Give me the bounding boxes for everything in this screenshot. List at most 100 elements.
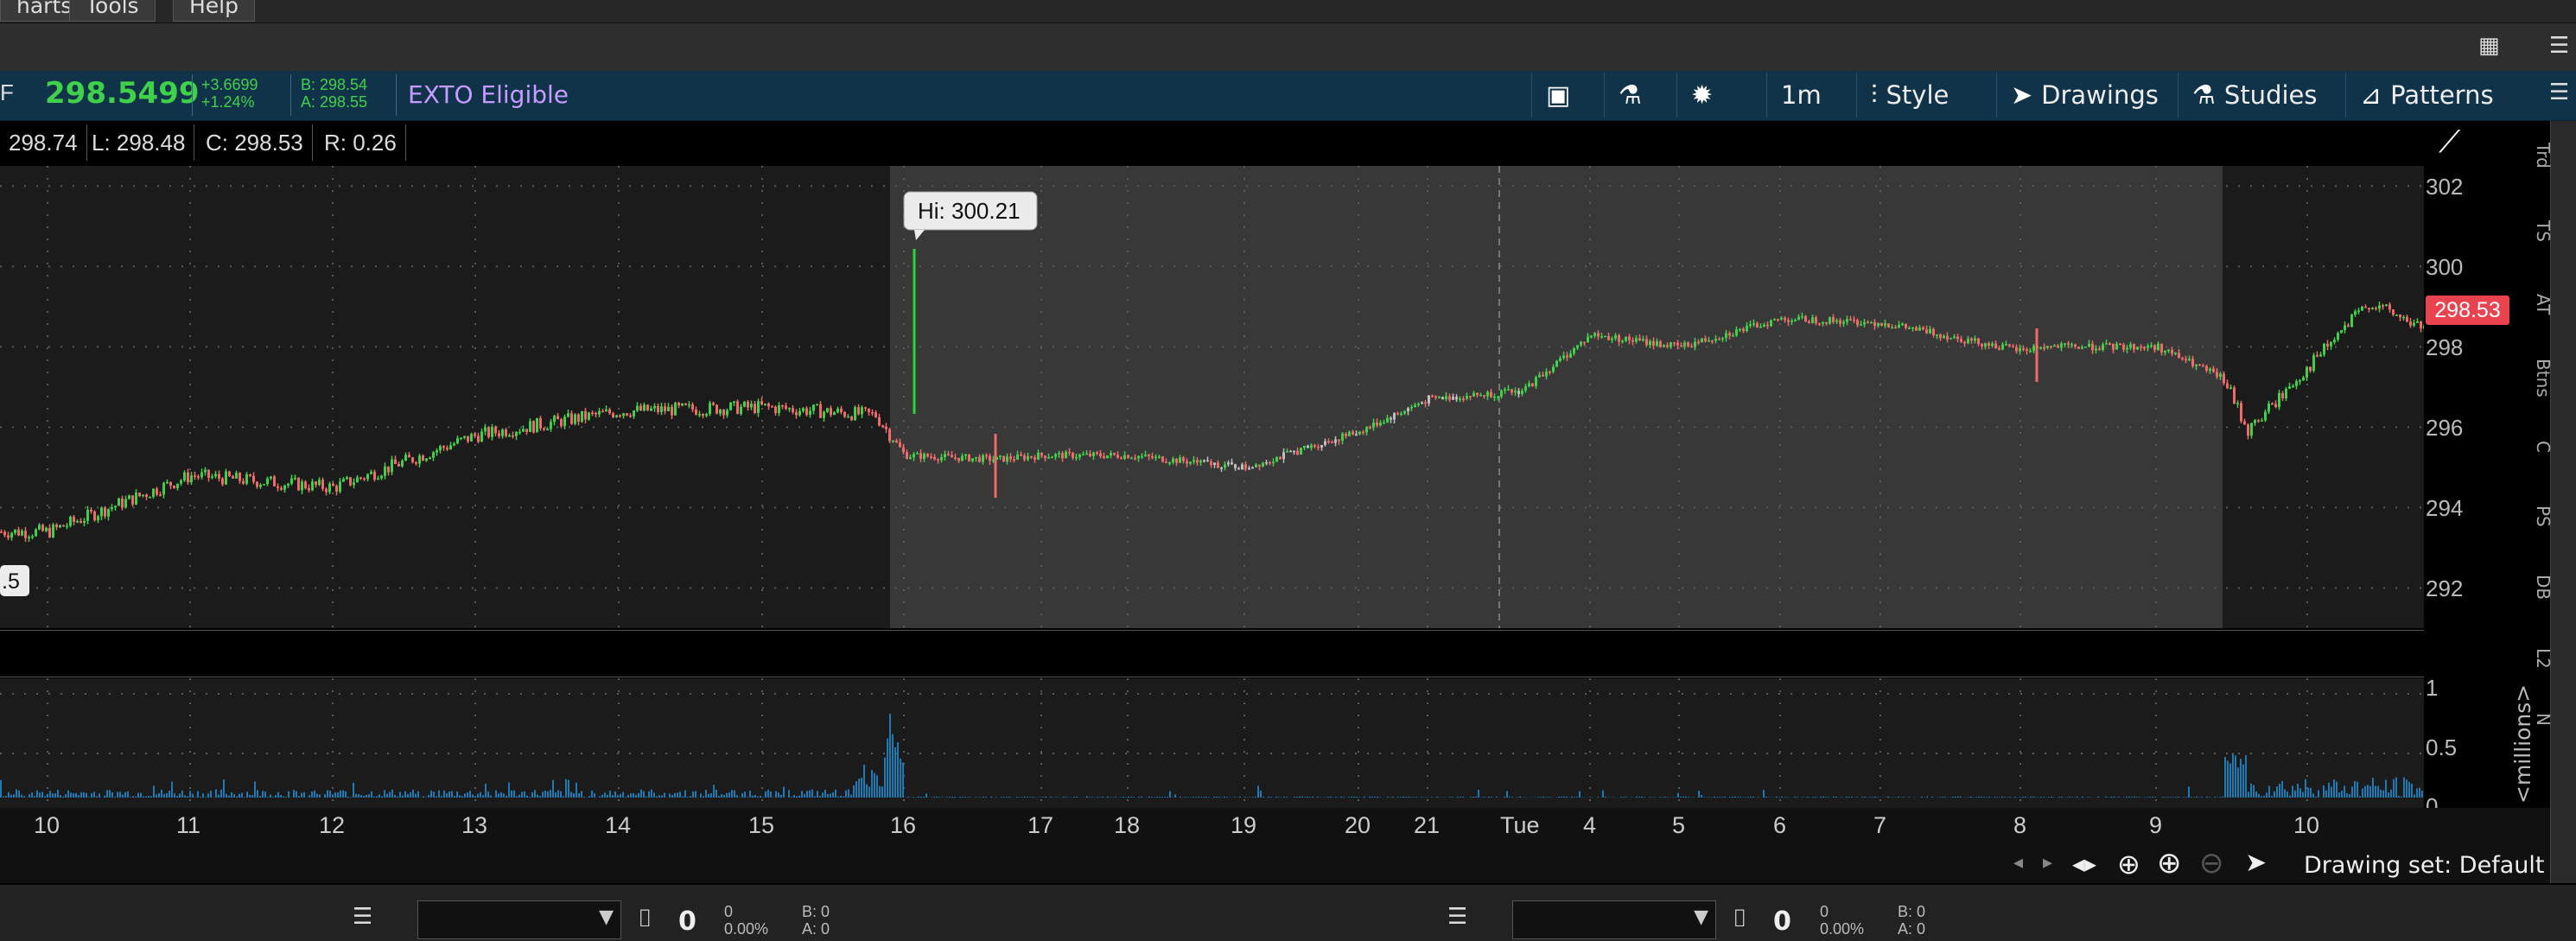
candle-body (1193, 460, 1195, 461)
candle-body (1960, 339, 1962, 342)
volume-bar (80, 792, 82, 798)
volume-bar (2261, 797, 2262, 798)
volume-chart[interactable] (0, 678, 2424, 808)
candle-body (816, 404, 818, 406)
scroll-right-icon[interactable]: ▸ (2043, 852, 2052, 874)
price-chart[interactable]: Hi: 300.21 .5 (0, 166, 2424, 628)
settings-button[interactable]: ✹ (1676, 73, 1749, 118)
volume-bar (2362, 788, 2363, 798)
list-menu-icon[interactable]: ☰ (1447, 904, 1467, 930)
patterns-button[interactable]: ⊿Patterns (2345, 73, 2513, 118)
candle-body (442, 446, 445, 448)
list-menu-icon[interactable]: ☰ (2549, 79, 2569, 105)
volume-bar (690, 796, 691, 798)
candle-body (245, 474, 248, 484)
volume-bar (1045, 797, 1046, 798)
volume-bar (1701, 795, 1702, 798)
time-axis[interactable] (0, 808, 2550, 851)
notes-button[interactable]: ▣ (1531, 73, 1604, 118)
drawing-set-label[interactable]: Drawing set: Default (2304, 852, 2544, 879)
volume-bar (511, 791, 512, 798)
volume-bar (1957, 797, 1959, 798)
volume-bar (990, 797, 992, 798)
volume-bar (1931, 797, 1933, 798)
side-tab-ts[interactable]: TS (2533, 220, 2554, 242)
candle-body (1839, 321, 1841, 324)
scroll-left-icon[interactable]: ◂ (2013, 852, 2023, 874)
time-tick: 21 (1414, 812, 1440, 839)
side-tab-l2[interactable]: L2 (2533, 648, 2554, 669)
order-symbol-select-2[interactable]: ▼ (1512, 900, 1716, 939)
style-button[interactable]: ⫶Style (1856, 73, 1979, 118)
studies-button[interactable]: ⚗Studies (2178, 73, 2333, 118)
volume-bar (902, 762, 904, 798)
zoom-in-icon[interactable]: ⊕ (2157, 846, 2182, 881)
volume-bar (1682, 797, 1684, 798)
candle-body (1237, 468, 1240, 470)
candle-body (1296, 451, 1299, 455)
candle-body (2174, 353, 2177, 354)
volume-bar (75, 793, 77, 798)
side-tab-at[interactable]: AT (2533, 294, 2554, 315)
candle-body (118, 499, 120, 506)
volume-bar (570, 792, 572, 798)
volume-bar (700, 793, 702, 798)
candle-body (1417, 404, 1420, 405)
volume-bar (822, 792, 824, 798)
volume-bar (1001, 797, 1002, 798)
side-tab-btns[interactable]: Btns (2533, 359, 2554, 397)
volume-bar (1864, 797, 1866, 798)
lock-icon[interactable]: ⌷ (1733, 904, 1747, 933)
patterns-icon: ⊿ (2360, 80, 2382, 111)
volume-bar (1185, 797, 1186, 798)
candle-body (560, 419, 563, 426)
candle-body (2337, 333, 2339, 340)
chart-divider[interactable] (0, 628, 2424, 678)
volume-bar (1794, 797, 1796, 798)
volume-bar (661, 796, 663, 798)
volume-bar (1820, 797, 1822, 798)
candle-body (1863, 322, 1866, 325)
volume-bar (1750, 797, 1752, 798)
volume-bar (837, 797, 839, 798)
cursor-arrow-icon[interactable]: ➤ (2245, 848, 2267, 878)
expand-horizontal-icon[interactable]: ◂▸ (2072, 849, 2096, 878)
candle-body (2382, 305, 2384, 307)
order-symbol-select[interactable]: ▼ (417, 900, 621, 939)
volume-bar (104, 796, 105, 798)
zoom-out-icon[interactable]: ⊖ (2199, 846, 2224, 881)
volume-bar (599, 797, 601, 798)
candle-body (1486, 392, 1489, 397)
side-tab-c[interactable]: C (2533, 441, 2554, 453)
volume-bar (1975, 797, 1977, 798)
crosshair-icon[interactable]: ⊕ (2117, 848, 2140, 881)
volume-bar (1781, 797, 1783, 798)
list-menu-icon[interactable]: ☰ (2549, 33, 2569, 59)
drawings-button[interactable]: ➤Drawings (1996, 73, 2166, 118)
side-tab-ps[interactable]: PS (2533, 505, 2554, 527)
side-tab-n[interactable]: N (2533, 713, 2554, 726)
candle-body (232, 476, 234, 479)
interval-button[interactable]: 1m (1766, 73, 1841, 118)
flask-button[interactable]: ⚗ (1604, 73, 1676, 118)
volume-bar (2294, 791, 2296, 798)
volume-bar (239, 794, 240, 798)
order-ask: A: 0 (802, 921, 830, 937)
menu-help[interactable]: Help (173, 0, 255, 22)
candle-body (595, 413, 597, 415)
volume-bar (443, 791, 445, 798)
grid-layout-icon[interactable]: ▦ (2478, 33, 2500, 59)
side-tab-db[interactable]: DB (2533, 575, 2554, 600)
candle-body (121, 499, 124, 507)
candle-body (256, 482, 258, 487)
menu-tools[interactable]: Tools (69, 0, 156, 22)
side-tab-trd[interactable]: Trd (2533, 143, 2554, 168)
candle-body (491, 427, 493, 437)
lock-icon[interactable]: ⌷ (638, 904, 652, 933)
volume-bar (166, 793, 168, 798)
volume-bar (495, 791, 497, 798)
scale-toggle-icon[interactable]: ⟋ (2439, 124, 2460, 161)
price-tick: 292 (2426, 575, 2463, 602)
list-menu-icon[interactable]: ☰ (353, 904, 372, 930)
volume-bar (1275, 797, 1277, 798)
